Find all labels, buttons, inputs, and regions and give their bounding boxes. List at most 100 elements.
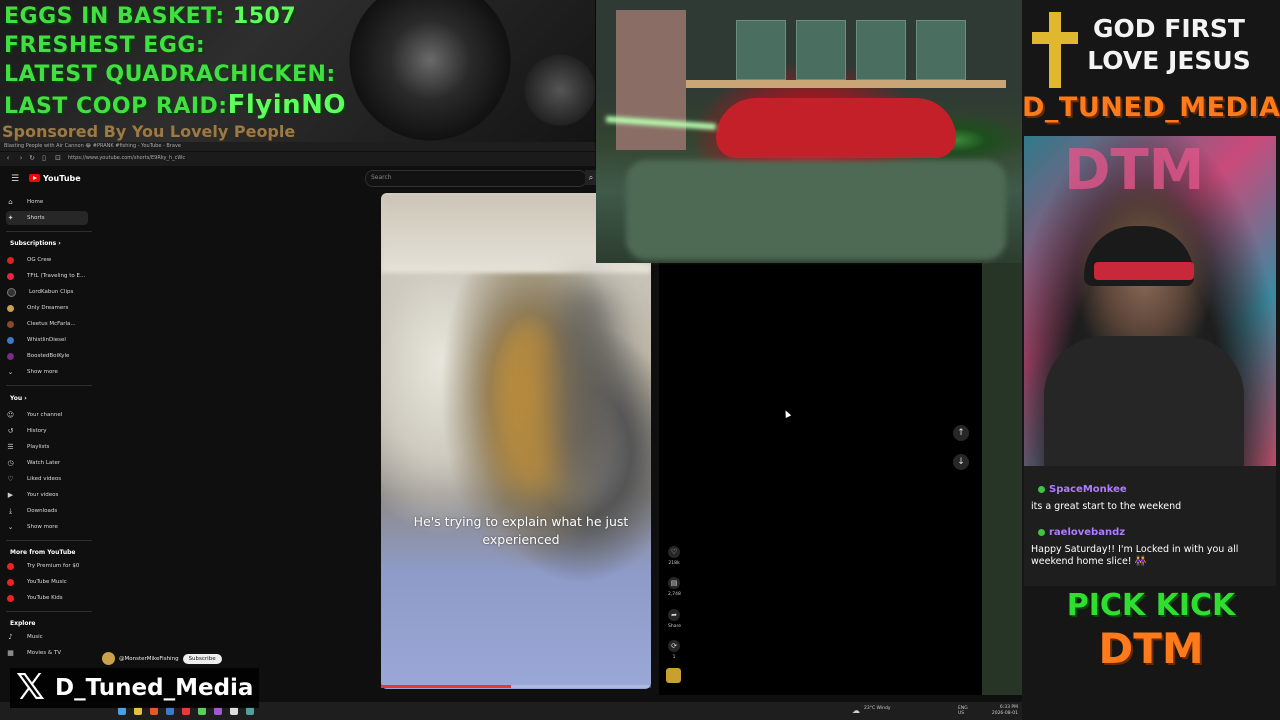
channel-avatar (7, 272, 14, 280)
remix-icon[interactable]: ⟳ (668, 640, 680, 652)
sidebar-label: Only Dreamers (27, 305, 69, 311)
sidebar-item-music[interactable]: YouTube Music (6, 575, 88, 589)
sidebar-divider (6, 540, 92, 541)
chat-username-text: SpaceMonkee (1049, 484, 1127, 495)
sidebar-item-explore-music[interactable]: ♪ Music (6, 630, 88, 644)
hamburger-menu-icon[interactable]: ☰ (11, 174, 19, 184)
browser-icon[interactable] (150, 707, 158, 715)
app-icon[interactable] (214, 707, 222, 715)
sidebar-label: Your videos (27, 492, 59, 498)
sidebar-item-watch-later[interactable]: ◷ Watch Later (6, 456, 88, 470)
channel-avatar (7, 352, 14, 360)
app-icon[interactable] (182, 707, 190, 715)
sidebar-sub-item[interactable]: WhistlinDiesel (6, 333, 88, 347)
chat-box: SpaceMonkee its a great start to the wee… (1024, 466, 1276, 586)
quadrachicken-label: LATEST QUADRACHICKEN: (4, 62, 336, 87)
x-handle-text: D_Tuned_Media (55, 675, 254, 701)
background-panel (982, 263, 1022, 695)
back-icon[interactable]: ‹ (4, 154, 12, 162)
sidebar-sub-item[interactable]: Cleetus McFarla... (6, 317, 88, 331)
slogan-line-1: GOD FIRST (1093, 14, 1245, 43)
more-from-youtube-header: More from YouTube (10, 549, 76, 556)
sidebar-item-liked-videos[interactable]: ♡ Liked videos (6, 472, 88, 486)
language-indicator[interactable]: ENG US (958, 706, 972, 716)
heart-icon[interactable]: ♡ (668, 546, 680, 558)
shorts-video-player[interactable] (381, 193, 651, 689)
sidebar-item-premium[interactable]: Try Premium for $0 (6, 559, 88, 573)
explore-header: Explore (10, 620, 36, 627)
comment-icon[interactable]: ▤ (668, 577, 680, 589)
thumbs-up-icon: ♡ (7, 474, 14, 483)
bookmark-icon[interactable]: ▯ (40, 154, 48, 162)
sidebar-item-your-videos[interactable]: ▶ Your videos (6, 488, 88, 502)
sidebar-item-downloads[interactable]: ⤓ Downloads (6, 504, 88, 518)
show-more-button[interactable]: ⌄ Show more (6, 520, 88, 534)
eggs-line: EGGS IN BASKET: 1507 (4, 4, 296, 29)
freshest-label: FRESHEST EGG: (4, 33, 206, 58)
sidebar-sub-item[interactable]: BoostedBoiKyle (6, 349, 88, 363)
file-explorer-icon[interactable] (134, 707, 142, 715)
app-icon[interactable] (246, 707, 254, 715)
raid-value: FlyinNO (227, 90, 347, 120)
sidebar-item-kids[interactable]: YouTube Kids (6, 591, 88, 605)
weather-text[interactable]: 23°C Windy (864, 706, 904, 711)
sidebar-item-movies[interactable]: ▦ Movies & TV (6, 646, 88, 660)
sidebar-label: Movies & TV (27, 650, 62, 656)
subscriptions-header[interactable]: Subscriptions › (10, 240, 61, 247)
app-icon[interactable] (230, 707, 238, 715)
cross-vertical (1049, 12, 1061, 88)
clock[interactable]: 6:33 PM 2026-08-01 (992, 705, 1018, 717)
address-bar[interactable]: ‹ › ↻ ▯ ⊡ https://www.youtube.com/shorts… (0, 152, 595, 166)
sidebar-item-history[interactable]: ↺ History (6, 424, 88, 438)
arrow-down-icon[interactable]: ↓ (953, 454, 969, 470)
sidebar-label: Shorts (27, 215, 45, 221)
youtube-logo[interactable]: YouTube (29, 172, 81, 184)
channel-avatar (7, 287, 16, 297)
sidebar-divider (6, 385, 92, 386)
search-placeholder: Search (371, 174, 392, 181)
chevron-down-icon: ⌄ (7, 522, 14, 531)
home-icon: ⌂ (8, 197, 13, 206)
eggs-value: 1507 (232, 4, 297, 29)
subscribe-button[interactable]: Subscribe (182, 653, 222, 664)
sidebar-sub-item[interactable]: TFtL (Traveling to E... (6, 269, 88, 283)
app-icon[interactable] (166, 707, 174, 715)
audio-thumbnail[interactable] (666, 668, 681, 683)
sidebar-sub-item[interactable]: Only Dreamers (6, 301, 88, 315)
stream-overlay-stats: EGGS IN BASKET: 1507 FRESHEST EGG: LATES… (0, 0, 595, 142)
sidebar-label: Downloads (27, 508, 58, 514)
sidebar-item-your-channel[interactable]: ☺ Your channel (6, 408, 88, 422)
lock-icon: ⊡ (55, 154, 61, 162)
verified-badge-icon (1038, 486, 1045, 493)
weather-icon: ☁ (852, 706, 860, 715)
sidebar-item-shorts[interactable]: ✦ Shorts (6, 211, 88, 225)
url-text[interactable]: https://www.youtube.com/shorts/E9Rky_h_c… (68, 155, 185, 161)
channel-name[interactable]: @MonsterMikeFishing (119, 656, 179, 662)
show-more-button[interactable]: ⌄ Show more (6, 365, 88, 379)
remix-action[interactable]: ⟳ 1 (668, 640, 680, 660)
forward-icon[interactable]: › (17, 154, 25, 162)
app-icon[interactable] (198, 707, 206, 715)
like-action[interactable]: ♡ 218k (668, 546, 680, 566)
sidebar-sub-item[interactable]: OG Crew (6, 253, 88, 267)
comment-action[interactable]: ▤ 2,748 (668, 577, 681, 597)
sidebar-label: TFtL (Traveling to E... (27, 273, 86, 279)
sidebar-item-playlists[interactable]: ☰ Playlists (6, 440, 88, 454)
youtube-kids-icon (7, 594, 14, 602)
sidebar-item-home[interactable]: ⌂ Home (6, 195, 88, 209)
windows-start-icon[interactable] (118, 707, 126, 715)
share-action[interactable]: ➦ Share (668, 609, 681, 629)
dtm-text: DTM (1098, 624, 1204, 673)
share-icon[interactable]: ➦ (668, 609, 680, 621)
red-car-bumper (716, 98, 956, 158)
youtube-logo-text: YouTube (43, 173, 81, 183)
search-input[interactable]: Search (365, 170, 587, 187)
arrow-up-icon[interactable]: ↑ (953, 425, 969, 441)
share-label: Share (668, 624, 681, 629)
youtube-play-icon (29, 174, 40, 182)
you-header[interactable]: You › (10, 395, 27, 402)
progress-bar[interactable] (381, 685, 511, 688)
reload-icon[interactable]: ↻ (28, 154, 36, 162)
channel-avatar[interactable] (102, 652, 115, 665)
sidebar-sub-item[interactable]: LordKabun Clips (6, 285, 88, 299)
